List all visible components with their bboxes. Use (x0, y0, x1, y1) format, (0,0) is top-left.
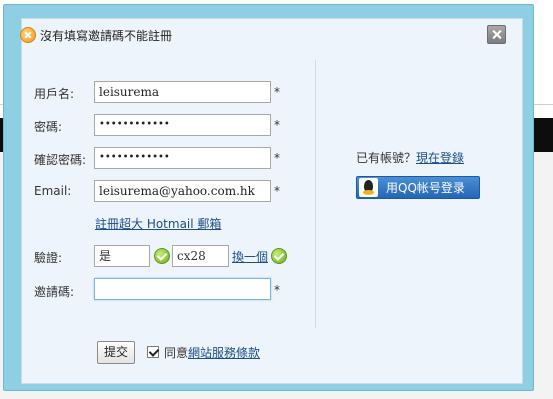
warning-icon (20, 27, 36, 43)
qq-login-label: 用QQ帐号登录 (386, 181, 465, 195)
username-input[interactable]: leisurema (94, 81, 271, 103)
captcha-refresh-link[interactable]: 換一個 (232, 248, 268, 265)
dialog-title-row: 沒有填寫邀請碼不能註冊 (20, 26, 172, 44)
check-icon (271, 248, 287, 264)
check-icon (154, 248, 170, 264)
required-mark: * (274, 283, 280, 297)
email-label: Email: (34, 184, 72, 198)
confirm-password-input[interactable]: •••••••••••• (94, 147, 271, 169)
invite-code-label: 邀請碼: (34, 285, 75, 299)
required-mark: * (274, 85, 280, 99)
terms-link[interactable]: 網站服務條款 (188, 346, 260, 360)
have-account-label: 已有帳號？ (356, 151, 417, 165)
agree-checkbox[interactable] (147, 346, 159, 358)
agree-text: 同意網站服務條款 (164, 344, 260, 361)
vertical-divider (315, 60, 316, 328)
required-mark: * (274, 118, 280, 132)
qq-penguin-icon (359, 178, 378, 197)
password-label: 密碼: (34, 120, 63, 134)
password-input[interactable]: •••••••••••• (94, 114, 271, 136)
agree-prefix: 同意 (164, 346, 189, 360)
login-now-link[interactable]: 現在登錄 (416, 151, 464, 165)
username-label: 用戶名: (34, 87, 75, 101)
invite-code-input[interactable] (94, 278, 271, 300)
captcha-input[interactable]: 是 (94, 245, 150, 267)
have-account-text: 已有帳號？現在登錄 (356, 149, 464, 166)
email-input[interactable]: leisurema@yahoo.com.hk (94, 180, 271, 202)
close-icon[interactable] (487, 25, 506, 44)
dialog-title: 沒有填寫邀請碼不能註冊 (40, 28, 173, 43)
confirm-password-label: 確認密碼: (34, 153, 87, 167)
hotmail-register-link[interactable]: 註冊超大 Hotmail 郵箱 (95, 215, 221, 232)
qq-login-button[interactable]: 用QQ帐号登录 (356, 176, 480, 199)
captcha-label: 驗證: (34, 251, 63, 265)
captcha-code: cx28 (172, 245, 229, 267)
submit-button[interactable]: 提交 (97, 341, 135, 364)
required-mark: * (274, 151, 280, 165)
required-mark: * (274, 184, 280, 198)
